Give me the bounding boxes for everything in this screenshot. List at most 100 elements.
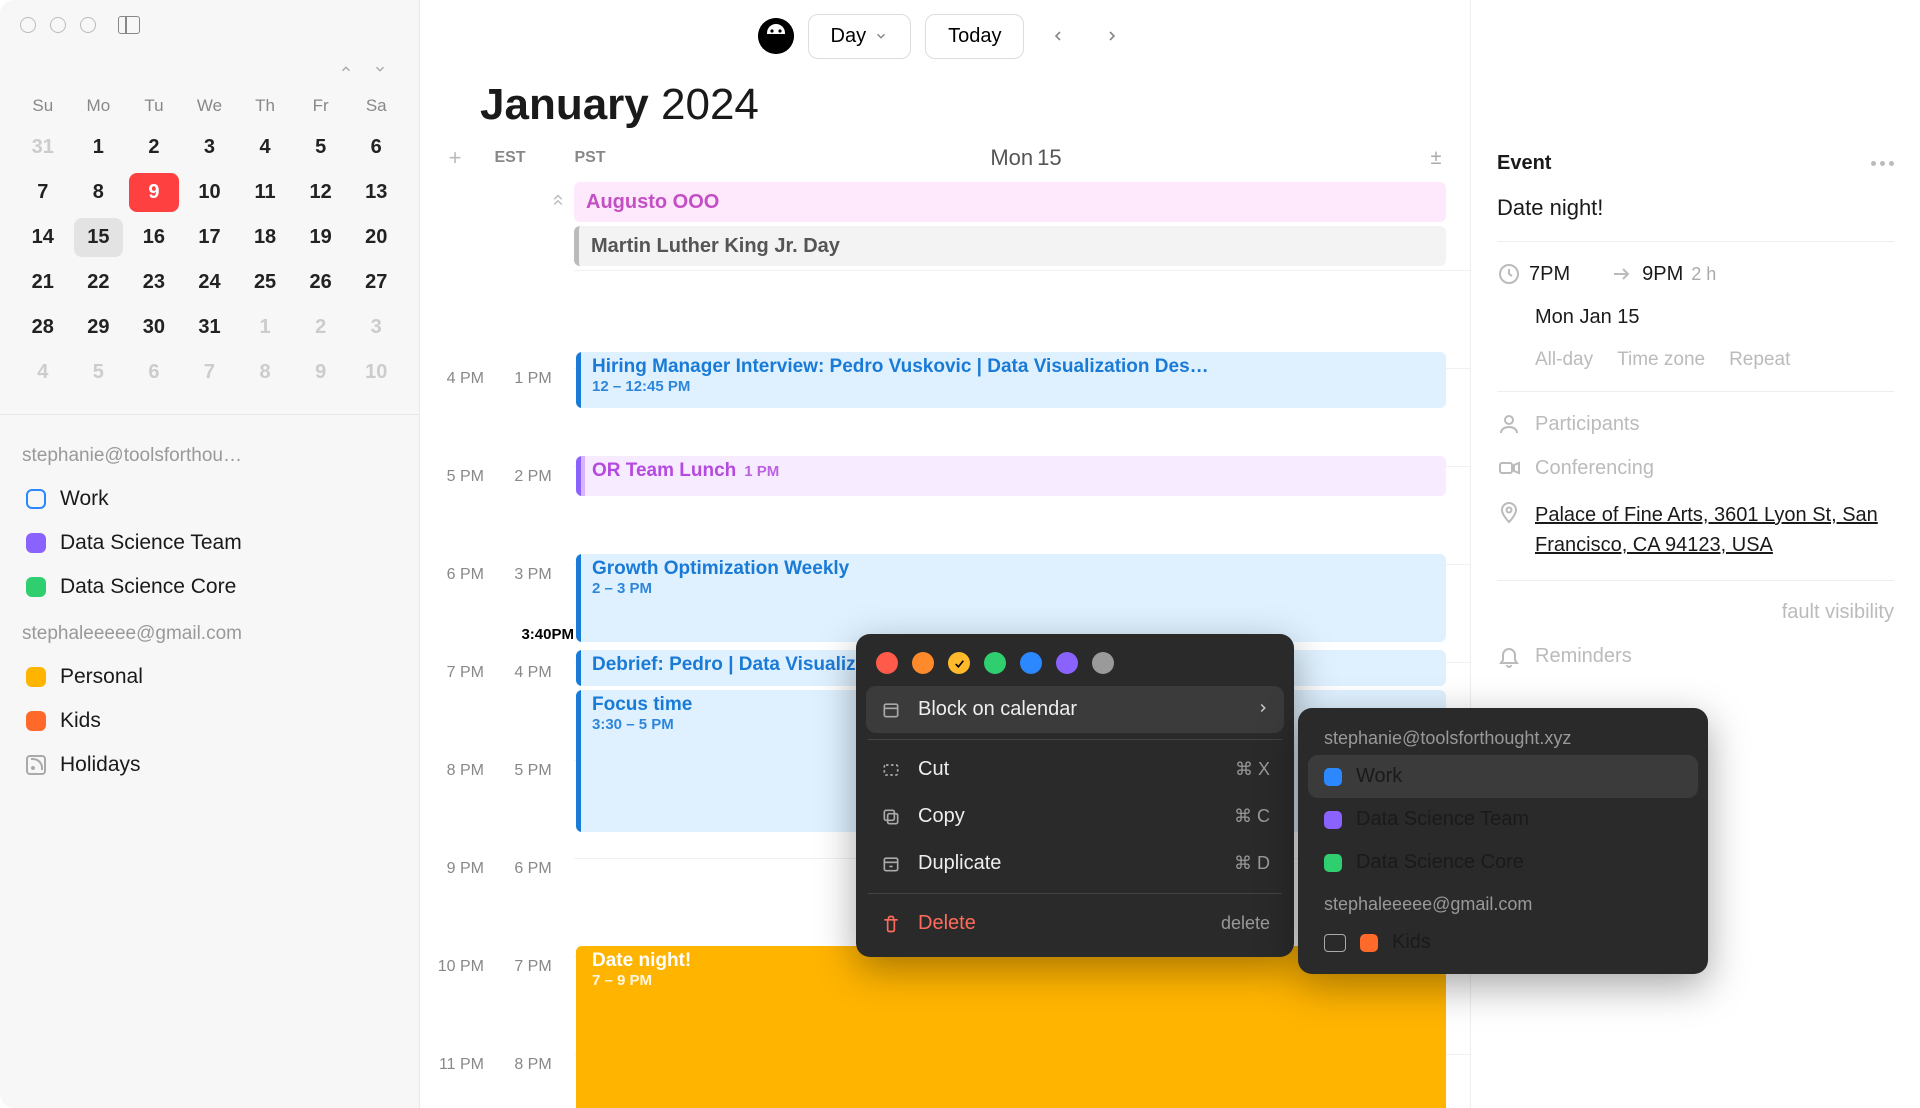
mini-day[interactable]: 1 (74, 128, 124, 167)
submenu-calendar-item[interactable]: Data Science Core (1308, 841, 1698, 884)
mini-day[interactable]: 15 (74, 218, 124, 257)
mini-day[interactable]: 3 (351, 308, 401, 347)
mini-day[interactable]: 21 (18, 263, 68, 302)
mini-day[interactable]: 24 (185, 263, 235, 302)
mini-day[interactable]: 7 (185, 353, 235, 392)
mini-day[interactable]: 17 (185, 218, 235, 257)
mini-day[interactable]: 16 (129, 218, 179, 257)
calendar-item[interactable]: Data Science Team (22, 521, 397, 565)
mini-day[interactable]: 19 (296, 218, 346, 257)
mini-day[interactable]: 25 (240, 263, 290, 302)
mini-day[interactable]: 7 (18, 173, 68, 212)
calendar-item[interactable]: Holidays (22, 743, 397, 787)
mini-day[interactable]: 31 (185, 308, 235, 347)
sidebar: SuMoTuWeThFrSa31123456789101112131415161… (0, 0, 420, 1108)
event-block[interactable]: Growth Optimization Weekly2 – 3 PM (576, 554, 1446, 642)
color-swatch[interactable] (948, 652, 970, 674)
submenu-calendar-item[interactable]: Work (1308, 755, 1698, 798)
mini-day[interactable]: 2 (296, 308, 346, 347)
collapse-allday-icon[interactable] (544, 186, 572, 214)
color-swatch[interactable] (912, 652, 934, 674)
event-block[interactable]: OR Team Lunch1 PM (576, 456, 1446, 496)
mini-day[interactable]: 27 (351, 263, 401, 302)
mini-day[interactable]: 9 (129, 173, 179, 212)
calendar-name: Personal (60, 665, 143, 689)
mini-day[interactable]: 26 (296, 263, 346, 302)
mini-day[interactable]: 3 (185, 128, 235, 167)
calendar-item[interactable]: Kids (22, 699, 397, 743)
view-picker[interactable]: Day (808, 14, 912, 59)
participants-field[interactable]: Participants (1535, 413, 1640, 436)
calendar-item[interactable]: Data Science Core (22, 565, 397, 609)
mini-day[interactable]: 31 (18, 128, 68, 167)
mini-day[interactable]: 13 (351, 173, 401, 212)
event-time: 7 – 9 PM (592, 972, 1434, 989)
event-name[interactable]: Date night! (1497, 195, 1894, 221)
mini-day[interactable]: 4 (18, 353, 68, 392)
sidebar-toggle-icon[interactable] (118, 16, 140, 34)
today-button[interactable]: Today (925, 14, 1024, 59)
context-menu-item[interactable]: Cut⌘ X (866, 746, 1284, 793)
prev-day[interactable] (1038, 16, 1078, 56)
mini-day[interactable]: 9 (296, 353, 346, 392)
meta-link[interactable]: Time zone (1617, 349, 1705, 371)
mini-next-month[interactable] (369, 58, 391, 80)
meta-link[interactable]: All-day (1535, 349, 1593, 371)
mini-day[interactable]: 5 (296, 128, 346, 167)
participants-icon (1497, 412, 1521, 436)
mini-day[interactable]: 2 (129, 128, 179, 167)
calendar-item[interactable]: Work (22, 477, 397, 521)
mini-day[interactable]: 11 (240, 173, 290, 212)
color-swatch[interactable] (1056, 652, 1078, 674)
mini-prev-month[interactable] (335, 58, 357, 80)
event-color-bar (576, 690, 581, 832)
add-event-button[interactable]: + (440, 145, 470, 171)
mini-day[interactable]: 5 (74, 353, 124, 392)
avatar[interactable] (758, 18, 794, 54)
mini-day[interactable]: 8 (74, 173, 124, 212)
mini-day[interactable]: 20 (351, 218, 401, 257)
color-swatch[interactable] (876, 652, 898, 674)
meta-link[interactable]: Repeat (1729, 349, 1790, 371)
mini-day[interactable]: 10 (185, 173, 235, 212)
all-day-event[interactable]: Martin Luther King Jr. Day (574, 226, 1446, 266)
mini-day[interactable]: 28 (18, 308, 68, 347)
mini-day[interactable]: 4 (240, 128, 290, 167)
conferencing-field[interactable]: Conferencing (1535, 457, 1654, 480)
submenu-calendar-item[interactable]: Kids (1308, 921, 1698, 964)
mini-day[interactable]: 8 (240, 353, 290, 392)
submenu-calendar-item[interactable]: Data Science Team (1308, 798, 1698, 841)
panel-more-icon[interactable] (1871, 161, 1894, 166)
end-time[interactable]: 9PM (1642, 263, 1683, 286)
context-menu-item[interactable]: Deletedelete (866, 900, 1284, 947)
mini-day[interactable]: 23 (129, 263, 179, 302)
reminders-field[interactable]: Reminders (1535, 645, 1632, 668)
context-menu-item[interactable]: Duplicate⌘ D (866, 840, 1284, 887)
color-swatch[interactable] (1092, 652, 1114, 674)
mini-day[interactable]: 12 (296, 173, 346, 212)
mini-day[interactable]: 14 (18, 218, 68, 257)
color-swatch[interactable] (984, 652, 1006, 674)
context-menu-item[interactable]: Copy⌘ C (866, 793, 1284, 840)
timezone-settings-icon[interactable]: ± (1422, 147, 1450, 170)
mini-day[interactable]: 22 (74, 263, 124, 302)
mini-day[interactable]: 29 (74, 308, 124, 347)
window-min-icon[interactable] (50, 17, 66, 33)
next-day[interactable] (1092, 16, 1132, 56)
event-date[interactable]: Mon Jan 15 (1535, 306, 1894, 329)
all-day-event[interactable]: Augusto OOO (574, 182, 1446, 222)
window-close-icon[interactable] (20, 17, 36, 33)
color-swatch[interactable] (1020, 652, 1042, 674)
mini-day[interactable]: 1 (240, 308, 290, 347)
event-block[interactable]: Hiring Manager Interview: Pedro Vuskovic… (576, 352, 1446, 408)
context-menu-item[interactable]: Block on calendar (866, 686, 1284, 733)
location-field[interactable]: Palace of Fine Arts, 3601 Lyon St, San F… (1535, 500, 1894, 560)
mini-day[interactable]: 30 (129, 308, 179, 347)
window-max-icon[interactable] (80, 17, 96, 33)
mini-day[interactable]: 10 (351, 353, 401, 392)
calendar-item[interactable]: Personal (22, 655, 397, 699)
mini-day[interactable]: 18 (240, 218, 290, 257)
mini-day[interactable]: 6 (351, 128, 401, 167)
start-time[interactable]: 7PM (1529, 263, 1570, 286)
mini-day[interactable]: 6 (129, 353, 179, 392)
